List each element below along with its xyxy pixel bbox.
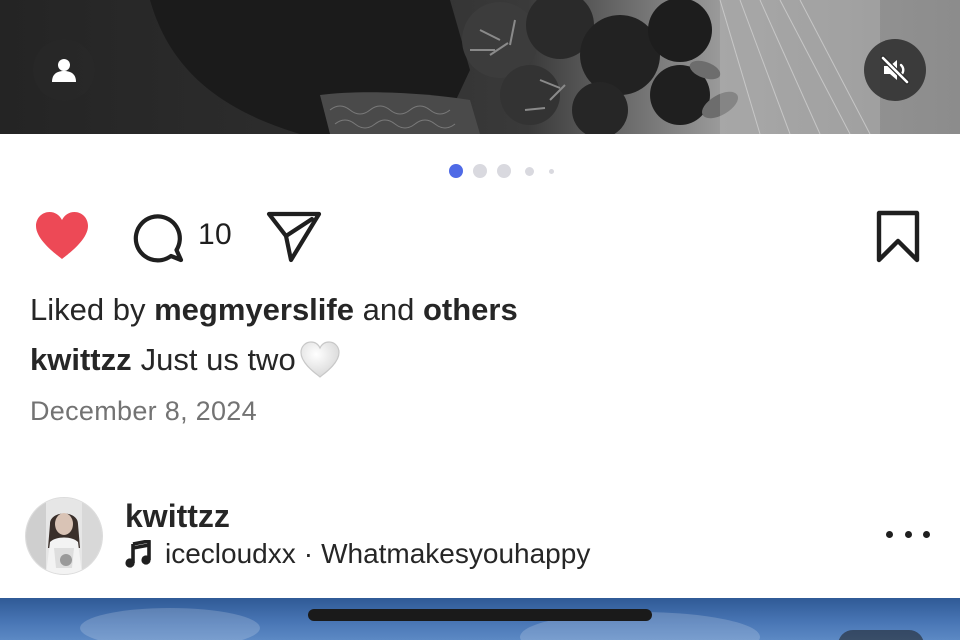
user-icon <box>52 59 76 82</box>
post-caption: kwittzz Just us two <box>30 340 342 380</box>
post-actions: 10 <box>0 206 960 266</box>
heart-filled-icon <box>36 212 88 259</box>
music-artist: icecloudxx <box>165 538 296 569</box>
bookmark-icon <box>876 210 920 263</box>
music-separator: · <box>303 538 314 569</box>
share-button[interactable] <box>266 210 322 269</box>
music-note-icon <box>125 540 151 568</box>
tagged-people-button[interactable] <box>33 39 95 101</box>
mute-button[interactable] <box>864 39 926 101</box>
carousel-indicator <box>449 164 564 178</box>
caption-text: Just us two <box>140 342 296 377</box>
caption-username[interactable]: kwittzz <box>30 342 132 378</box>
carousel-dot-1 <box>449 164 463 178</box>
music-attribution[interactable]: icecloudxx · Whatmakesyouhappy <box>125 538 590 570</box>
post-date: December 8, 2024 <box>30 396 257 426</box>
sky-cloud <box>80 608 260 640</box>
carousel-dot-5 <box>549 168 554 174</box>
speaker-muted-icon <box>880 55 910 85</box>
music-track: Whatmakesyouhappy <box>321 538 591 569</box>
post-photo[interactable] <box>0 0 960 134</box>
more-dot-icon <box>904 530 912 538</box>
save-button[interactable] <box>875 210 921 269</box>
likes-prefix: Liked by <box>30 292 146 327</box>
liked-by-others[interactable]: others <box>423 292 518 327</box>
avatar-image <box>26 498 102 574</box>
instagram-feed: 10 Liked by megmyerslife and others kwit… <box>0 0 960 640</box>
post-photo-image <box>0 0 960 134</box>
liked-by-user[interactable]: megmyerslife <box>154 292 354 327</box>
like-button[interactable] <box>33 210 91 267</box>
more-options-button[interactable] <box>886 522 930 546</box>
likes-summary[interactable]: Liked by megmyerslife and others <box>30 292 518 328</box>
more-dot-icon <box>923 530 930 538</box>
comment-bubble-icon <box>133 214 184 263</box>
carousel-dot-4 <box>525 166 534 176</box>
comment-count[interactable]: 10 <box>198 218 232 252</box>
next-post-overlay-button[interactable] <box>838 630 924 640</box>
paper-plane-icon <box>266 211 322 263</box>
more-dot-icon <box>886 530 893 538</box>
comment-button[interactable] <box>131 209 185 268</box>
next-post-username[interactable]: kwittzz <box>125 498 230 535</box>
avatar[interactable] <box>25 497 103 575</box>
next-post-header: kwittzz icecloudxx · Whatmakesyouhappy <box>0 492 960 582</box>
home-indicator[interactable] <box>308 609 652 621</box>
white-heart-emoji-icon <box>300 341 340 378</box>
likes-conjunction: and <box>362 292 415 327</box>
carousel-dot-2 <box>473 164 487 178</box>
carousel-dot-3 <box>497 164 511 178</box>
